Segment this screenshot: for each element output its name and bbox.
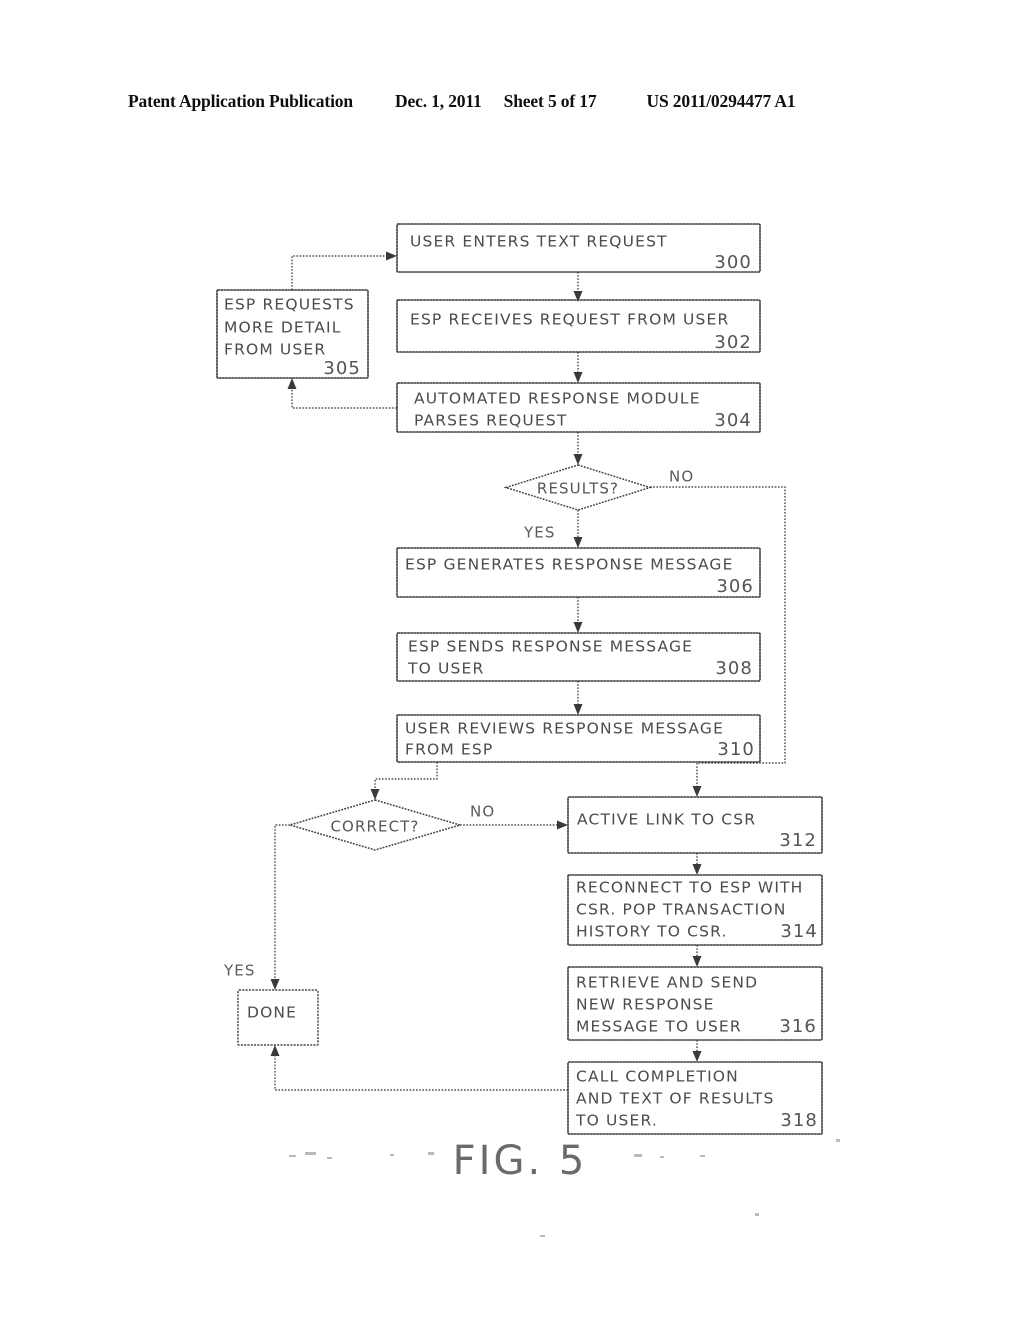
node-316: RETRIEVE AND SEND NEW RESPONSE MESSAGE T… xyxy=(567,966,823,1041)
node-304-line-1: PARSES REQUEST xyxy=(414,412,567,430)
node-305-ref: 305 xyxy=(323,358,361,379)
connector-318-to-done xyxy=(274,1052,568,1091)
node-304-line-0: AUTOMATED RESPONSE MODULE xyxy=(414,390,701,408)
connector-correct-yes-to-done xyxy=(274,824,290,984)
connector-305-to-300 xyxy=(291,255,390,290)
edge-label-results-no: NO xyxy=(669,468,694,486)
node-304-ref: 304 xyxy=(714,410,752,431)
node-correct-label: CORRECT? xyxy=(330,818,419,836)
node-306: ESP GENERATES RESPONSE MESSAGE 306 xyxy=(396,547,761,598)
node-302-ref: 302 xyxy=(714,332,752,353)
node-312-line-0: ACTIVE LINK TO CSR xyxy=(577,811,756,829)
node-305-line-1: MORE DETAIL xyxy=(224,319,342,337)
edge-label-correct-yes: YES xyxy=(223,962,255,980)
edge-label-results-yes: YES xyxy=(523,524,555,542)
node-done: DONE xyxy=(237,989,319,1046)
node-300: USER ENTERS TEXT REQUEST 300 xyxy=(396,223,761,273)
arrowhead-done-bottom xyxy=(270,1045,280,1056)
node-318-line-2: TO USER. xyxy=(575,1112,658,1130)
arrowhead-correct xyxy=(370,789,380,800)
arrowhead-316 xyxy=(692,956,702,967)
node-correct-decision: CORRECT? xyxy=(287,799,463,851)
node-314: RECONNECT TO ESP WITH CSR. POP TRANSACTI… xyxy=(567,874,823,946)
node-306-line-0: ESP GENERATES RESPONSE MESSAGE xyxy=(405,556,734,574)
node-310-line-0: USER REVIEWS RESPONSE MESSAGE xyxy=(405,720,724,738)
arrowhead-306 xyxy=(573,537,583,548)
node-316-line-2: MESSAGE TO USER xyxy=(576,1018,742,1036)
arrowhead-308 xyxy=(573,622,583,633)
node-305-line-0: ESP REQUESTS xyxy=(224,296,355,314)
node-314-ref: 314 xyxy=(780,921,818,942)
node-302: ESP RECEIVES REQUEST FROM USER 302 xyxy=(396,299,761,353)
node-305: ESP REQUESTS MORE DETAIL FROM USER 305 xyxy=(216,289,369,379)
node-318-line-1: AND TEXT OF RESULTS xyxy=(576,1090,775,1108)
node-304: AUTOMATED RESPONSE MODULE PARSES REQUEST… xyxy=(396,382,761,433)
edge-label-correct-no: NO xyxy=(470,803,495,821)
figure-caption: FIG. 5 xyxy=(453,1138,588,1184)
arrowhead-results xyxy=(573,454,583,465)
node-312: ACTIVE LINK TO CSR 312 xyxy=(567,796,823,854)
node-308-line-1: TO USER xyxy=(407,660,484,678)
node-314-line-2: HISTORY TO CSR. xyxy=(576,923,728,941)
node-318: CALL COMPLETION AND TEXT OF RESULTS TO U… xyxy=(567,1061,823,1135)
node-318-ref: 318 xyxy=(780,1110,818,1131)
arrowhead-312-left xyxy=(557,820,568,830)
arrowhead-done-top xyxy=(270,979,280,990)
node-318-line-0: CALL COMPLETION xyxy=(576,1068,739,1086)
node-310-ref: 310 xyxy=(717,739,755,760)
node-305-line-2: FROM USER xyxy=(224,341,326,359)
node-300-line-0: USER ENTERS TEXT REQUEST xyxy=(410,233,668,251)
node-314-line-1: CSR. POP TRANSACTION xyxy=(576,901,786,919)
connector-304-to-305 xyxy=(291,385,397,409)
node-results-label: RESULTS? xyxy=(537,480,619,498)
arrowhead-310 xyxy=(573,704,583,715)
node-312-ref: 312 xyxy=(779,830,817,851)
node-308: ESP SENDS RESPONSE MESSAGE TO USER 308 xyxy=(396,632,761,682)
node-308-ref: 308 xyxy=(715,658,753,679)
node-314-line-0: RECONNECT TO ESP WITH xyxy=(576,879,803,897)
node-308-line-0: ESP SENDS RESPONSE MESSAGE xyxy=(408,638,693,656)
flowchart-figure: USER ENTERS TEXT REQUEST 300 ESP REQUEST… xyxy=(0,0,1024,1320)
node-316-ref: 316 xyxy=(779,1016,817,1037)
node-302-line-0: ESP RECEIVES REQUEST FROM USER xyxy=(410,311,729,329)
arrowhead-300 xyxy=(386,251,397,261)
connector-310-to-correct xyxy=(374,762,438,794)
node-310-line-1: FROM ESP xyxy=(405,741,493,759)
node-done-label: DONE xyxy=(247,1004,297,1022)
node-300-ref: 300 xyxy=(714,252,752,273)
arrowhead-304 xyxy=(573,372,583,383)
node-316-line-0: RETRIEVE AND SEND xyxy=(576,974,758,992)
arrowhead-318 xyxy=(692,1051,702,1062)
arrowhead-305 xyxy=(287,378,297,389)
node-results-decision: RESULTS? xyxy=(503,464,653,511)
arrowhead-314 xyxy=(692,864,702,875)
node-316-line-1: NEW RESPONSE xyxy=(576,996,715,1014)
node-310: USER REVIEWS RESPONSE MESSAGE FROM ESP 3… xyxy=(396,714,761,763)
arrowhead-312-top xyxy=(692,786,702,797)
node-306-ref: 306 xyxy=(716,576,754,597)
